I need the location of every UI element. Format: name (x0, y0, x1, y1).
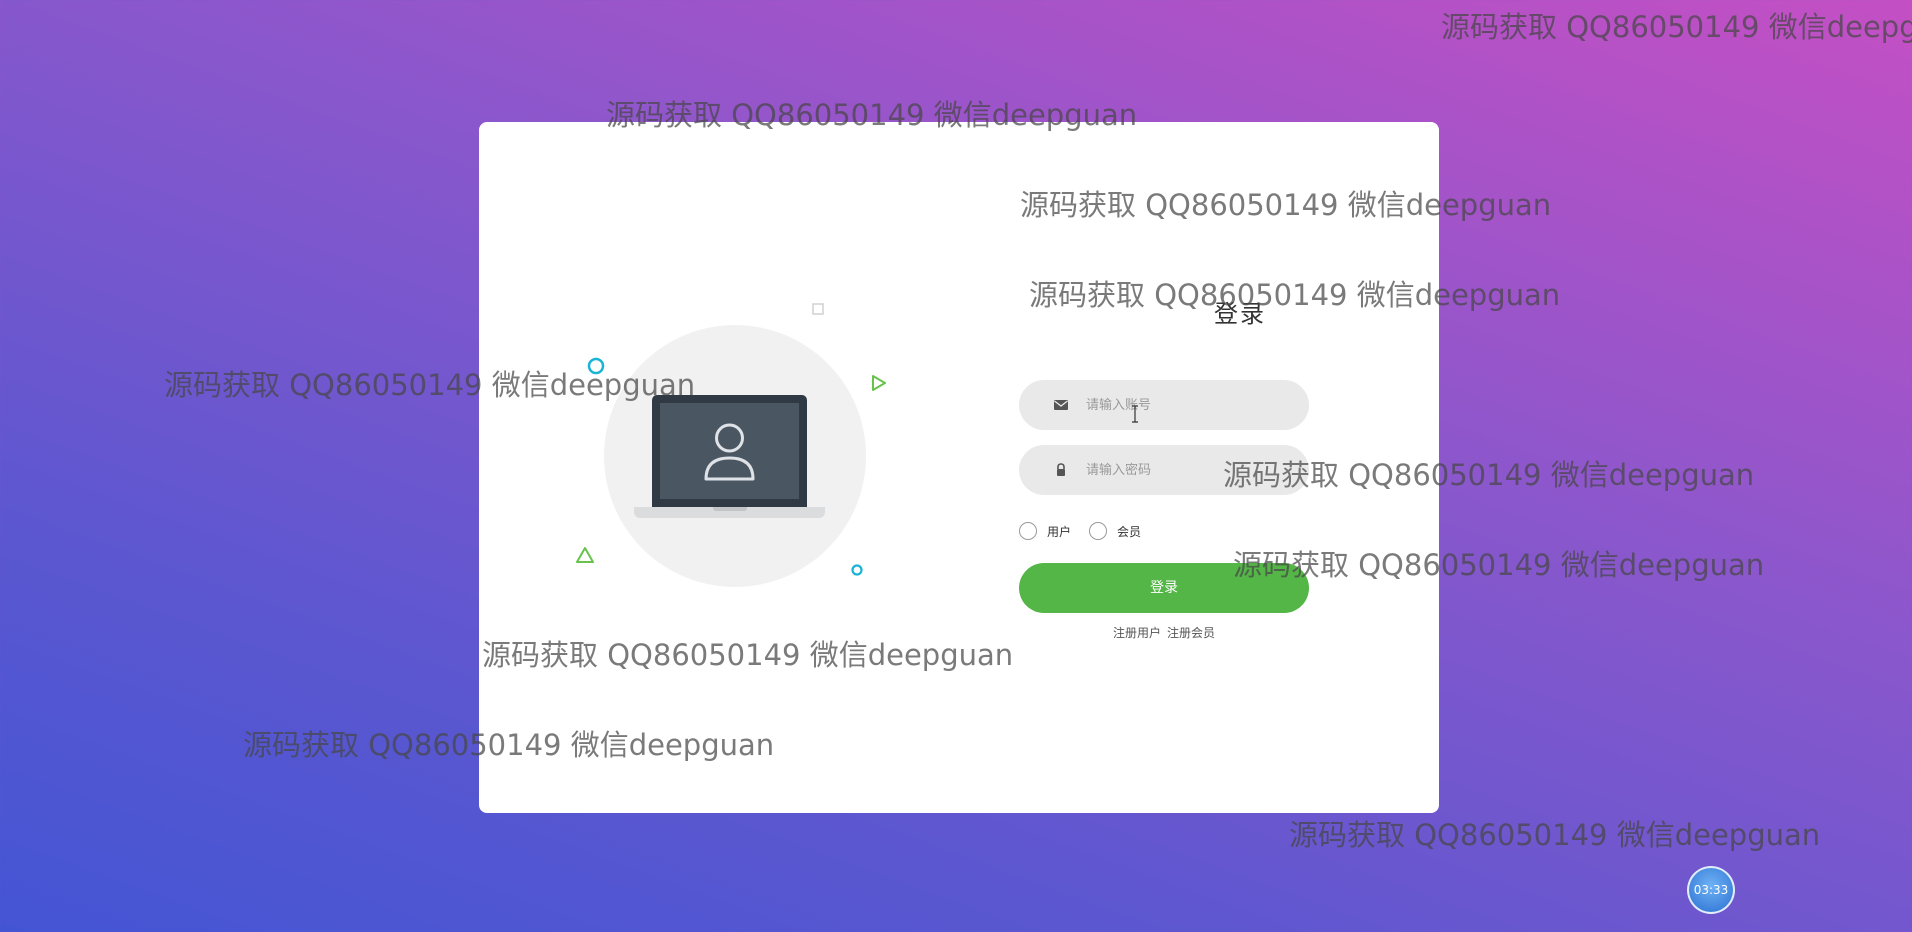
envelope-icon (1054, 400, 1068, 410)
role-option-member[interactable]: 会员 (1089, 522, 1141, 540)
login-title: 登录 (1214, 300, 1266, 328)
triangle-deco-icon (576, 547, 594, 563)
password-field[interactable] (1019, 445, 1309, 495)
member-role-label: 会员 (1117, 524, 1142, 539)
user-role-label: 用户 (1047, 524, 1072, 539)
user-radio[interactable] (1019, 522, 1037, 540)
password-input[interactable] (1086, 445, 1286, 495)
login-card: 登录 用户 会员 登录 注册用户注册会员 (479, 122, 1439, 813)
account-field[interactable] (1019, 380, 1309, 430)
role-selector: 用户 会员 (1019, 520, 1159, 542)
member-radio[interactable] (1089, 522, 1108, 540)
role-option-user[interactable]: 用户 (1019, 522, 1071, 540)
laptop-notch (713, 507, 747, 511)
watermark: 源码获取 QQ86050149 微信deepguan (1441, 10, 1912, 44)
watermark: 源码获取 QQ86050149 微信deepguan (1289, 818, 1821, 852)
laptop-illustration (652, 395, 807, 507)
timer-badge[interactable]: 03:33 (1687, 866, 1735, 914)
laptop-base (634, 507, 825, 518)
square-deco-icon (812, 303, 824, 315)
laptop-screen-inner (660, 403, 799, 499)
login-button[interactable]: 登录 (1019, 563, 1309, 613)
play-triangle-deco-icon (872, 375, 886, 391)
register-member-link[interactable]: 注册会员 (1167, 626, 1215, 640)
lock-icon (1057, 463, 1065, 476)
text-cursor-icon (1132, 405, 1138, 423)
user-icon (704, 423, 755, 481)
small-ring-deco-icon (851, 564, 863, 576)
account-input[interactable] (1086, 380, 1286, 430)
ring-deco-icon (587, 357, 605, 375)
register-user-link[interactable]: 注册用户 (1113, 626, 1161, 640)
register-links: 注册用户 注册会员 (1019, 624, 1309, 641)
